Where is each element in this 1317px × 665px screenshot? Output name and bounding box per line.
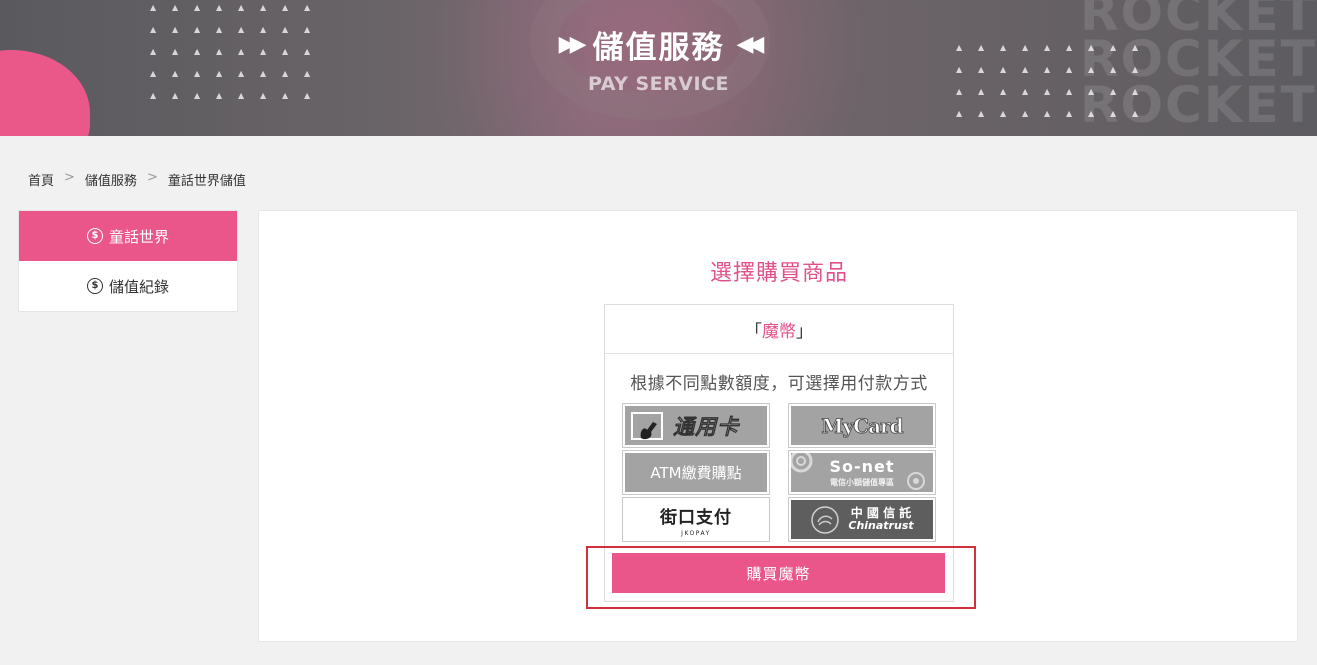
breadcrumb-separator: > bbox=[64, 170, 75, 185]
sidebar-item-label: 儲值紀錄 bbox=[108, 277, 169, 296]
jkopay-logo: 街口支付 bbox=[660, 507, 732, 528]
decorative-triangle-icon: ▲ bbox=[978, 109, 985, 118]
decorative-triangle-icon: ▲ bbox=[1000, 109, 1007, 118]
rewind-icon: ◀◀ bbox=[736, 32, 765, 57]
payment-atm[interactable]: ATM繳費購點 bbox=[622, 450, 770, 495]
sidebar-item-fairytale-world[interactable]: $ 童話世界 bbox=[19, 211, 237, 261]
chinatrust-sublabel: Chinatrust bbox=[848, 519, 914, 533]
payment-description: 根據不同點數額度，可選擇用付款方式 bbox=[630, 374, 928, 394]
product-name-text: 魔幣 bbox=[762, 321, 796, 342]
dollar-coin-icon: $ bbox=[86, 228, 103, 244]
sonet-logo: So-net bbox=[829, 457, 895, 476]
sidebar-item-topup-history[interactable]: $ 儲值紀錄 bbox=[19, 261, 237, 311]
decorative-triangle-icon: ▲ bbox=[260, 91, 267, 100]
decorative-triangle-icon: ▲ bbox=[1044, 109, 1051, 118]
main-panel: 選擇購買商品 「 魔幣 」 根據不同點數額度，可選擇用付款方式 通用卡 MyCa… bbox=[258, 210, 1298, 642]
mycard-logo: MyCard bbox=[821, 413, 904, 438]
fast-forward-icon: ▶▶ bbox=[558, 32, 587, 57]
decorative-triangle-icon: ▲ bbox=[282, 91, 289, 100]
breadcrumb-current: 童話世界儲值 bbox=[167, 174, 246, 189]
bracket-close: 」 bbox=[796, 321, 813, 342]
sonet-sublabel: 電信小額儲值專區 bbox=[830, 478, 894, 487]
buy-magic-coin-button[interactable]: 購買魔幣 bbox=[612, 553, 945, 593]
page-banner: ▲ ▲ ▲ ▲ ▲ ▲ ▲ ▲ ▲ ▲ ▲ ▲ ▲ ▲ ▲ ▲ ▲ ▲ ▲ ▲ ▲ ▲ ▲ ▲ ▲ ▲ ▲ ▲ ▲ ▲ ▲ ▲ ▲ ▲ ▲ ▲ ▲ ▲ ▲ ▲… bbox=[0, 0, 1317, 136]
decorative-triangle-icon: ▲ bbox=[216, 91, 223, 100]
decorative-triangle-icon: ▲ bbox=[172, 91, 179, 100]
banner-heading: ▶▶ 儲值服務 ◀◀ PAY SERVICE bbox=[0, 22, 1317, 95]
sonet-circles-icon-small bbox=[907, 472, 925, 490]
chinatrust-logo bbox=[811, 505, 840, 534]
payment-chinatrust[interactable]: 中 國 信 託 Chinatrust bbox=[788, 497, 936, 542]
decorative-triangle-icon: ▲ bbox=[956, 109, 963, 118]
dollar-coin-icon: $ bbox=[86, 278, 103, 294]
payment-gash-card[interactable]: 通用卡 bbox=[622, 403, 770, 448]
breadcrumb-home-link[interactable]: 首頁 bbox=[28, 170, 54, 189]
sidebar: $ 童話世界 $ 儲值紀錄 bbox=[18, 210, 238, 312]
sidebar-item-label: 童話世界 bbox=[108, 227, 169, 246]
payment-sonet[interactable]: So-net 電信小額儲值專區 bbox=[788, 450, 936, 495]
decorative-triangle-icon: ▲ bbox=[238, 91, 245, 100]
sonet-circles-icon bbox=[791, 453, 813, 473]
bracket-open: 「 bbox=[745, 321, 762, 342]
decorative-triangle-icon: ▲ bbox=[150, 91, 157, 100]
product-name: 「 魔幣 」 bbox=[605, 305, 953, 354]
payment-jkopay[interactable]: 街口支付 JKOPAY bbox=[622, 497, 770, 542]
decorative-triangle-icon: ▲ bbox=[1022, 109, 1029, 118]
gash-card-logo bbox=[631, 411, 663, 440]
payment-mycard[interactable]: MyCard bbox=[788, 403, 936, 448]
banner-title: 儲值服務 bbox=[592, 30, 725, 66]
page-title: 選擇購買商品 bbox=[709, 261, 848, 286]
breadcrumb-separator: > bbox=[146, 170, 158, 185]
atm-label: ATM繳費購點 bbox=[650, 464, 742, 482]
banner-subtitle: PAY SERVICE bbox=[588, 73, 729, 95]
decorative-triangle-icon: ▲ bbox=[304, 91, 311, 100]
jkopay-sublabel: JKOPAY bbox=[681, 529, 711, 537]
breadcrumb-pay-service-link[interactable]: 儲值服務 bbox=[85, 170, 137, 189]
decorative-triangle-icon: ▲ bbox=[194, 91, 201, 100]
breadcrumb: 首頁 > 儲值服務 > 童話世界儲值 bbox=[28, 170, 246, 189]
